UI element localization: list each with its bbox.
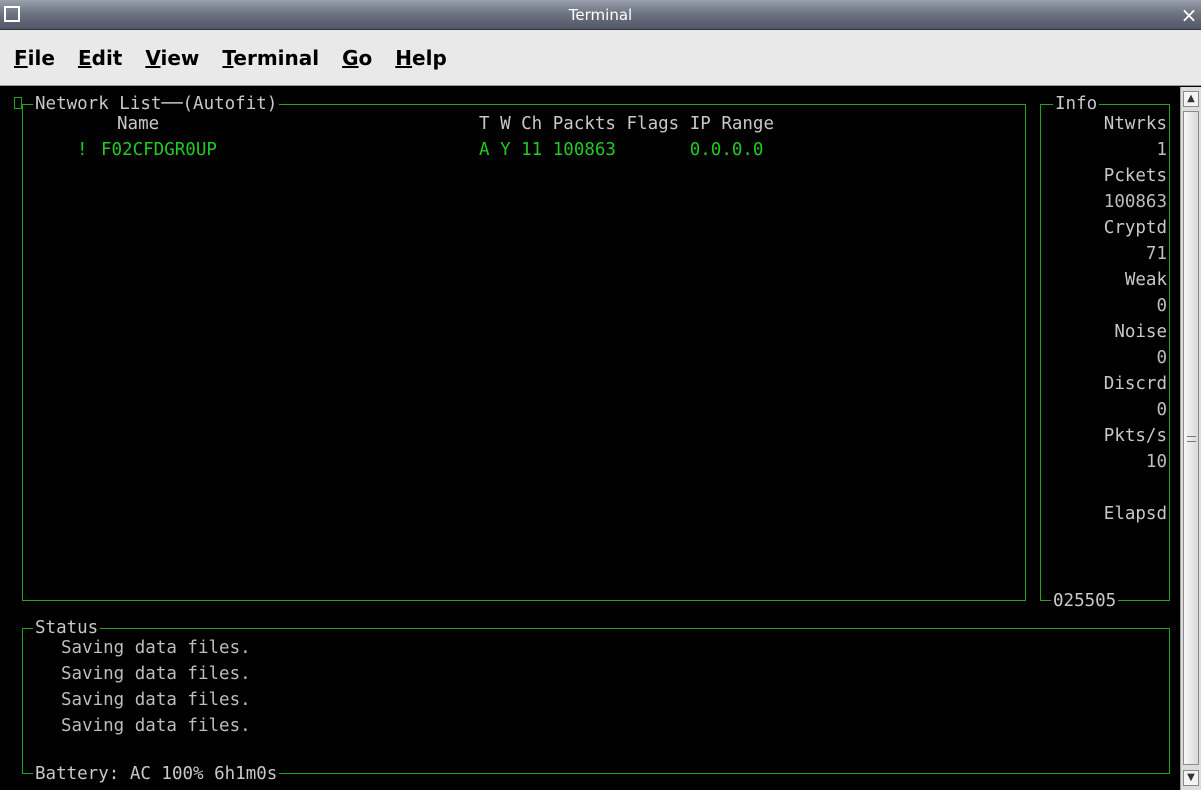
info-label: Pkts/s <box>1103 426 1167 446</box>
terminal-area[interactable]: Network List──(Autofit) Name T W Ch Pack… <box>0 87 1180 790</box>
menu-terminal[interactable]: Terminal <box>222 46 319 70</box>
status-panel: Status Saving data files. Saving data fi… <box>22 615 1170 787</box>
info-label: Ntwrks <box>1103 114 1167 134</box>
menu-go[interactable]: Go <box>342 46 372 70</box>
status-message: Saving data files. <box>61 690 251 710</box>
info-elapsed: 025505 <box>1051 588 1119 614</box>
scrollbar-thumb[interactable] <box>1183 111 1199 765</box>
scroll-down-icon[interactable]: ▼ <box>1183 770 1199 786</box>
info-value: 1 <box>1156 140 1167 160</box>
status-message: Saving data files. <box>61 716 251 736</box>
thumb-grip-icon <box>1187 436 1196 442</box>
info-label: Weak <box>1124 270 1167 290</box>
scroll-up-icon[interactable]: ▲ <box>1183 91 1199 107</box>
status-message: Saving data files. <box>61 638 251 658</box>
menu-help[interactable]: Help <box>395 46 447 70</box>
info-value: 0 <box>1156 296 1167 316</box>
info-value: 0 <box>1156 348 1167 368</box>
window-title: Terminal <box>568 6 633 24</box>
network-columns: A Y 11 100863 0.0.0.0 <box>479 140 764 160</box>
header-name: Name <box>117 114 160 134</box>
info-value: 0 <box>1156 400 1167 420</box>
info-value: 10 <box>1145 452 1167 472</box>
menu-file[interactable]: File <box>14 46 55 70</box>
info-label: Pckets <box>1103 166 1167 186</box>
network-list-panel: Network List──(Autofit) Name T W Ch Pack… <box>22 91 1026 601</box>
info-label: Cryptd <box>1103 218 1167 238</box>
header-columns: T W Ch Packts Flags IP Range <box>479 114 775 134</box>
battery-status: Battery: AC 100% 6h1m0s <box>33 761 280 787</box>
menu-bar: File Edit View Terminal Go Help <box>0 30 1201 86</box>
menu-edit[interactable]: Edit <box>78 46 122 70</box>
status-message: Saving data files. <box>61 664 251 684</box>
window-titlebar[interactable]: Terminal × <box>0 0 1201 30</box>
network-name: F02CFDGR0UP <box>101 140 217 160</box>
info-panel: Info Ntwrks 1 Pckets 100863 Cryptd 71 We… <box>1040 91 1170 614</box>
vertical-scrollbar[interactable]: ▲ ▼ <box>1180 87 1201 790</box>
close-icon[interactable]: × <box>1179 4 1199 26</box>
info-value: 71 <box>1145 244 1167 264</box>
corner-mark <box>14 97 22 109</box>
info-label: Noise <box>1114 322 1167 342</box>
menu-view[interactable]: View <box>145 46 199 70</box>
info-value: 100863 <box>1103 192 1167 212</box>
info-label: Elapsd <box>1103 504 1167 524</box>
info-label: Discrd <box>1103 374 1167 394</box>
network-marker: ! <box>77 140 88 160</box>
